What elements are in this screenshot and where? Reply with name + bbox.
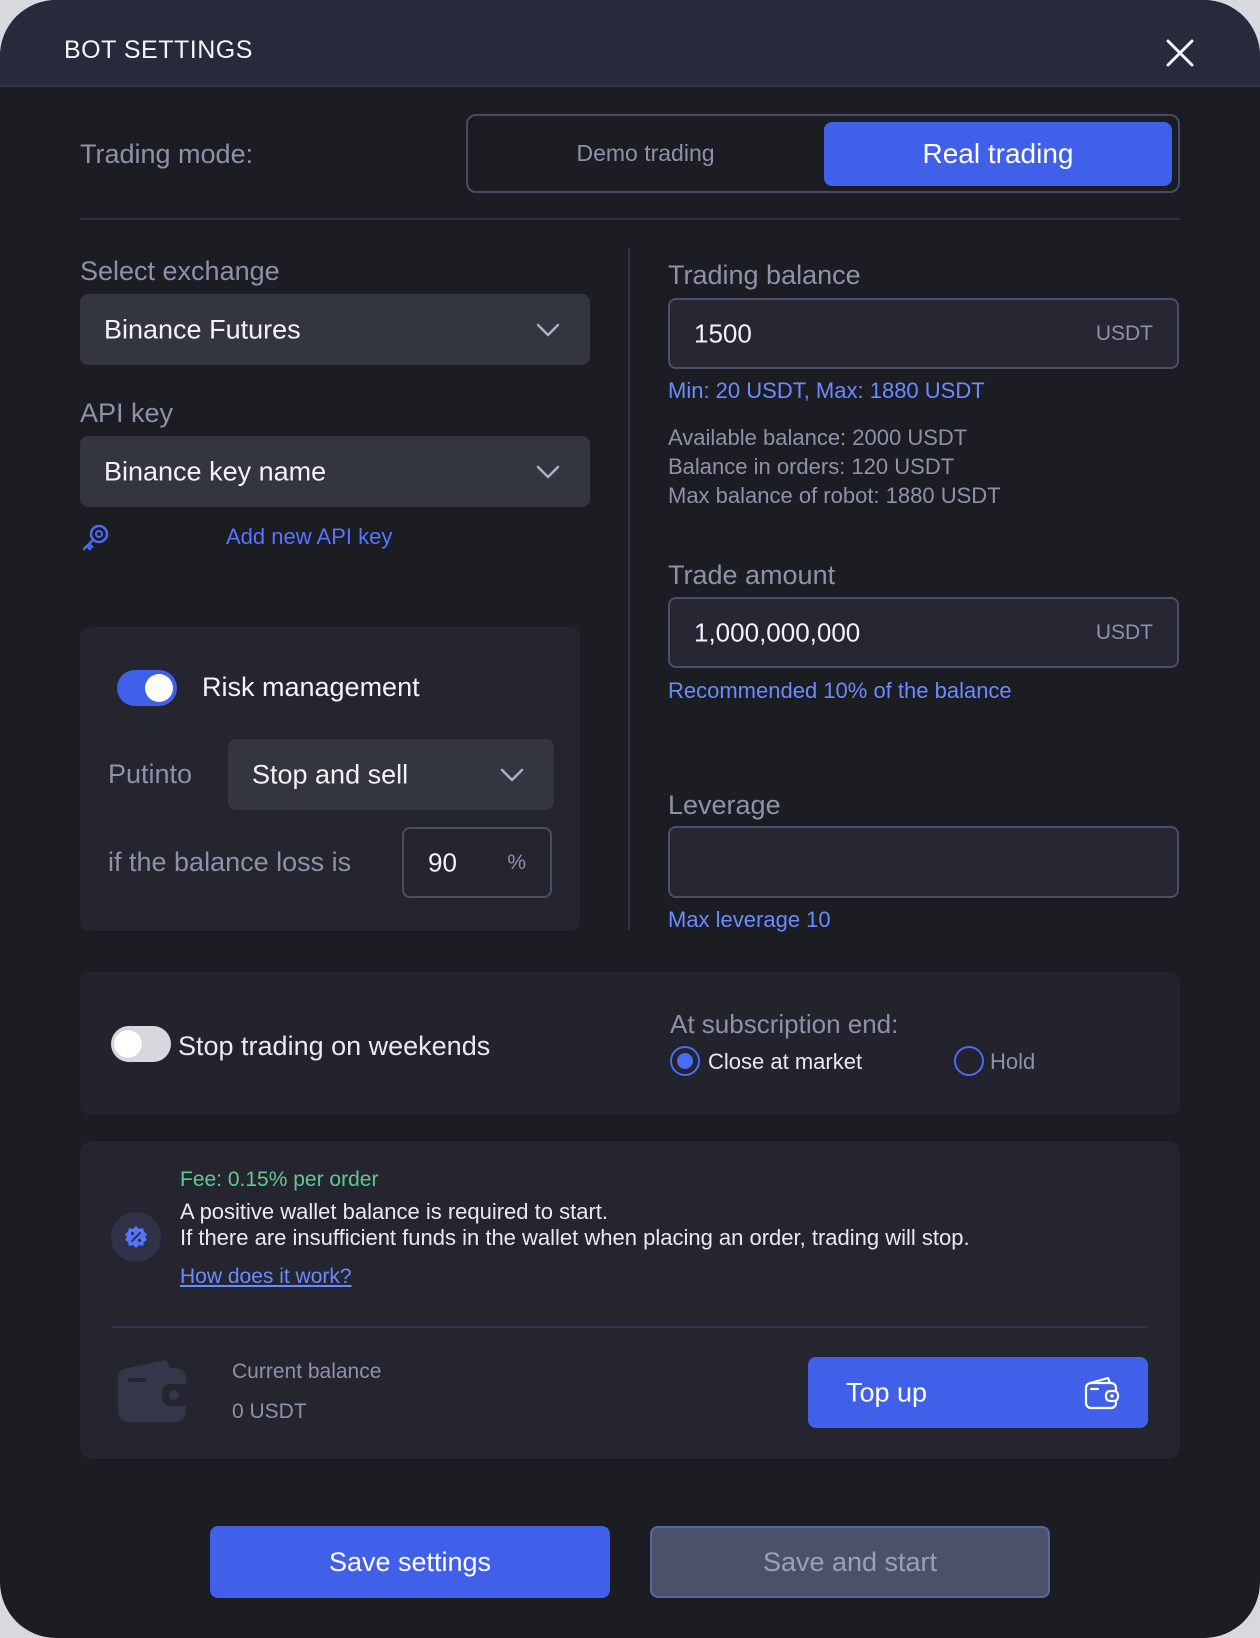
fee-line-1: A positive wallet balance is required to…	[180, 1199, 609, 1224]
leverage-label: Leverage	[668, 790, 781, 820]
chevron-down-icon	[500, 768, 524, 781]
add-api-key-link[interactable]: Add new API key	[226, 524, 392, 550]
leverage-hint: Max leverage 10	[668, 907, 831, 932]
put-into-value: Stop and sell	[252, 759, 409, 789]
trading-balance-input[interactable]: 1500 USDT	[668, 298, 1179, 369]
api-key-label: API key	[80, 398, 174, 428]
how-does-it-work-link[interactable]: How does it work?	[180, 1265, 352, 1289]
balance-info: Available balance: 2000 USDT Balance in …	[668, 423, 1001, 510]
save-and-start-button[interactable]: Save and start	[650, 1526, 1050, 1598]
risk-management-label: Risk management	[202, 672, 420, 702]
current-balance-label: Current balance	[232, 1360, 382, 1383]
available-balance: Available balance: 2000 USDT	[668, 425, 968, 450]
fee-rate: Fee: 0.15% per order	[180, 1168, 379, 1191]
demo-trading-tab[interactable]: Demo trading	[468, 116, 823, 191]
column-divider	[628, 248, 630, 930]
key-icon	[82, 524, 109, 551]
close-at-market-label: Close at market	[708, 1049, 863, 1074]
balance-loss-input[interactable]: 90 %	[402, 827, 552, 898]
bot-settings-modal: BOT SETTINGS Trading mode: Demo trading …	[0, 0, 1260, 1638]
chevron-down-icon	[536, 465, 560, 478]
close-at-market-radio[interactable]	[670, 1046, 700, 1076]
trading-balance-label: Trading balance	[668, 260, 861, 290]
modal-title: BOT SETTINGS	[64, 36, 253, 64]
real-trading-tab[interactable]: Real trading	[824, 122, 1172, 186]
weekends-label: Stop trading on weekends	[178, 1031, 491, 1061]
modal-header: BOT SETTINGS	[0, 0, 1260, 87]
toggle-knob	[114, 1030, 142, 1058]
close-icon[interactable]	[1160, 33, 1200, 73]
current-balance-value: 0 USDT	[232, 1400, 307, 1423]
put-into-label: Putinto	[108, 759, 193, 789]
divider	[80, 218, 1180, 220]
trading-mode-switch: Demo trading Real trading	[466, 114, 1180, 193]
exchange-select[interactable]: Binance Futures	[80, 294, 590, 365]
chevron-down-icon	[536, 323, 560, 336]
top-up-button[interactable]: Top up	[808, 1357, 1148, 1428]
risk-management-toggle[interactable]	[117, 670, 177, 706]
hold-label: Hold	[990, 1049, 1036, 1074]
exchange-label: Select exchange	[80, 256, 280, 286]
trading-balance-value: 1500	[694, 318, 752, 348]
balance-loss-value: 90	[428, 847, 457, 877]
trade-amount-label: Trade amount	[668, 560, 836, 590]
balance-loss-label: if the balance loss is	[108, 847, 352, 877]
fee-icon	[111, 1212, 161, 1262]
fee-description: A positive wallet balance is required to…	[180, 1199, 970, 1251]
top-up-label: Top up	[846, 1377, 928, 1407]
usdt-unit: USDT	[1095, 620, 1153, 644]
trade-amount-input[interactable]: 1,000,000,000 USDT	[668, 597, 1179, 668]
divider	[112, 1326, 1148, 1328]
weekends-toggle[interactable]	[111, 1026, 171, 1062]
toggle-knob	[145, 674, 173, 702]
percent-unit: %	[507, 850, 526, 874]
trading-mode-label: Trading mode:	[80, 139, 254, 169]
subscription-end-label: At subscription end:	[670, 1009, 899, 1039]
put-into-select[interactable]: Stop and sell	[228, 739, 554, 810]
leverage-input[interactable]	[668, 826, 1179, 898]
exchange-value: Binance Futures	[104, 314, 301, 344]
fee-line-2: If there are insufficient funds in the w…	[180, 1225, 970, 1250]
trade-amount-value: 1,000,000,000	[694, 617, 861, 647]
wallet-icon	[1084, 1376, 1120, 1409]
trading-balance-hint: Min: 20 USDT, Max: 1880 USDT	[668, 378, 985, 403]
api-key-value: Binance key name	[104, 456, 327, 486]
balance-in-orders: Balance in orders: 120 USDT	[668, 454, 955, 479]
save-settings-button[interactable]: Save settings	[210, 1526, 610, 1598]
trade-amount-hint: Recommended 10% of the balance	[668, 678, 1012, 703]
api-key-select[interactable]: Binance key name	[80, 436, 590, 507]
max-robot-balance: Max balance of robot: 1880 USDT	[668, 483, 1001, 508]
wallet-icon	[118, 1360, 190, 1422]
usdt-unit: USDT	[1095, 321, 1153, 345]
hold-radio[interactable]	[954, 1046, 984, 1076]
